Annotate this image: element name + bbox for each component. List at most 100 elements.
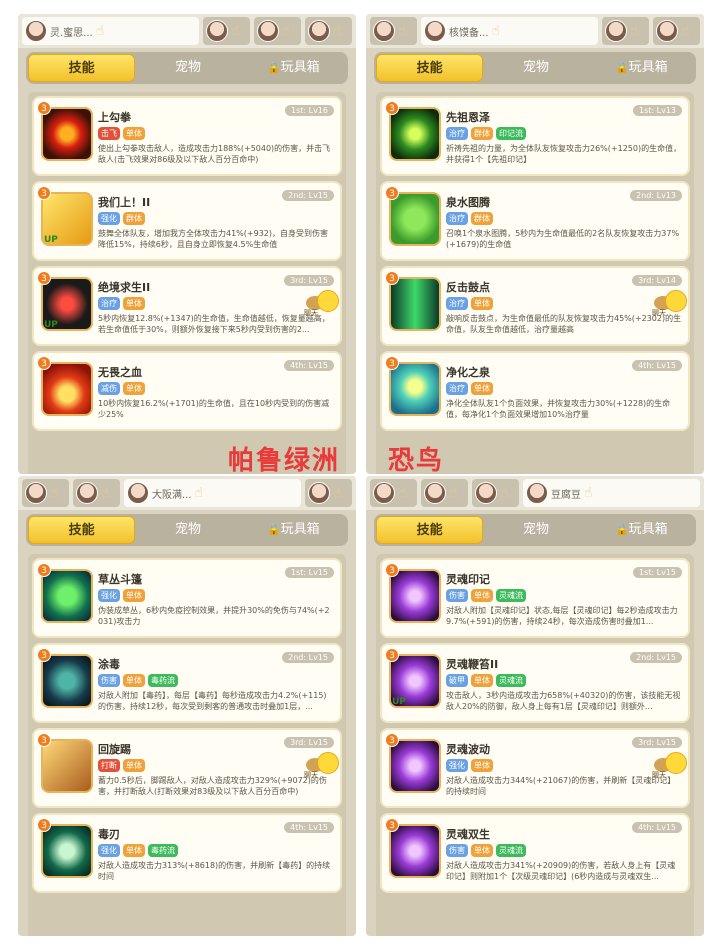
character-tab[interactable]: ☝ <box>22 479 69 507</box>
skill-tags: 击飞 单体 <box>98 127 334 140</box>
tab-skill[interactable]: 技能 <box>376 54 484 82</box>
hand-icon: ☝ <box>584 485 593 501</box>
tab-toybox-label: 玩具箱 <box>628 60 668 75</box>
lock-icon: 🔒 <box>266 61 281 74</box>
skill-panel: ☝ 核馍备... ☝ ☝ ☝ 技能 宠物 🔒玩具箱 3 先祖恩泽 1st: Lv… <box>366 14 704 474</box>
skill-tag: 单体 <box>123 759 145 772</box>
tab-pet[interactable]: 宠物 <box>135 516 240 544</box>
tab-toybox[interactable]: 🔒玩具箱 <box>589 54 694 82</box>
character-tab[interactable]: ☝ <box>305 17 352 45</box>
chat-bubble-button[interactable]: 聊天 <box>304 290 339 318</box>
skill-icon[interactable] <box>41 739 93 793</box>
tab-toybox[interactable]: 🔒玩具箱 <box>589 516 694 544</box>
skill-icon[interactable] <box>389 739 441 793</box>
hand-icon: ☝ <box>101 485 110 501</box>
character-tab[interactable]: 豆腐豆 ☝ <box>523 479 700 507</box>
skill-level: 2nd: Lv13 <box>630 190 682 201</box>
skill-icon[interactable] <box>389 362 441 416</box>
skill-card[interactable]: 3 毒刃 4th: Lv15 强化 单体 毒药流 对敌人造成攻击力313%(+861… <box>32 813 342 893</box>
skill-tag: 灵魂流 <box>496 589 526 602</box>
character-tab[interactable]: ☝ <box>653 17 700 45</box>
skill-tag: 单体 <box>471 844 493 857</box>
character-tab[interactable]: 大阪满... ☝ <box>124 479 301 507</box>
skill-icon[interactable] <box>389 277 441 331</box>
character-tab[interactable]: ☝ <box>602 17 649 45</box>
skill-card[interactable]: 3 反击鼓点 3rd: Lv14 治疗 单体 敲响反击鼓点，为生命值最低的队友恢复… <box>380 266 690 346</box>
skill-panel: ☝ ☝ ☝ 豆腐豆 ☝ 技能 宠物 🔒玩具箱 3 灵魂印记 1st: Lv15 … <box>366 476 704 936</box>
skill-card[interactable]: 3 草丛斗篷 1st: Lv15 强化 单体 伪装成草丛，6秒内免疫控制效果，并提… <box>32 558 342 638</box>
skill-tag: 单体 <box>471 589 493 602</box>
skill-card[interactable]: 3 UP 灵魂鞭笞II 2nd: Lv15 破甲 单体 灵魂流 攻击敌人，3秒内造成… <box>380 643 690 723</box>
skill-tag: 治疗 <box>446 382 468 395</box>
skill-rank-badge: 3 <box>385 563 399 577</box>
character-tab[interactable]: ☝ <box>305 479 352 507</box>
avatar <box>373 20 395 42</box>
skill-icon[interactable] <box>389 569 441 623</box>
chat-bubble-button[interactable]: 聊天 <box>652 290 687 318</box>
skill-tag: 减伤 <box>98 382 120 395</box>
skill-card[interactable]: 3 涂毒 2nd: Lv15 伤害 单体 毒药流 对敌人附加【毒药】，每层【毒药】每… <box>32 643 342 723</box>
skill-icon[interactable] <box>41 569 93 623</box>
hand-icon: ☝ <box>282 23 291 39</box>
tab-pet[interactable]: 宠物 <box>135 54 240 82</box>
skill-icon[interactable] <box>41 654 93 708</box>
skill-icon[interactable] <box>389 192 441 246</box>
skill-card[interactable]: 3 泉水图腾 2nd: Lv13 治疗 群体 召唤1个泉水图腾，5秒内为生命值最低… <box>380 181 690 261</box>
skill-card[interactable]: 3 UP 绝境求生II 3rd: Lv15 治疗 单体 5秒内恢复12.8%(+1… <box>32 266 342 346</box>
skill-card[interactable]: 3 灵魂波动 3rd: Lv15 强化 单体 对敌人造成攻击力344%(+2106… <box>380 728 690 808</box>
hand-icon: ☝ <box>95 23 105 39</box>
skill-card[interactable]: 3 净化之泉 4th: Lv15 治疗 单体 净化全体队友1个负面效果，并恢复攻击… <box>380 351 690 431</box>
skill-card[interactable]: 3 无畏之血 4th: Lv15 减伤 单体 10秒内恢复16.2%(+1701)… <box>32 351 342 431</box>
tab-skill[interactable]: 技能 <box>376 516 484 544</box>
skill-card[interactable]: 3 灵魂印记 1st: Lv15 伤害 单体 灵魂流 对敌人附加【灵魂印记】状态,每… <box>380 558 690 638</box>
chat-label: 聊天 <box>304 771 318 779</box>
character-tab[interactable]: ☝ <box>203 17 250 45</box>
tab-pet[interactable]: 宠物 <box>483 516 588 544</box>
skill-tag: 群体 <box>471 212 493 225</box>
skill-card[interactable]: 3 灵魂双生 4th: Lv15 伤害 单体 灵魂流 对敌人造成攻击力341%(+2… <box>380 813 690 893</box>
skill-panel: ☝ ☝ 大阪满... ☝ ☝ 技能 宠物 🔒玩具箱 3 草丛斗篷 1st: Lv… <box>18 476 356 936</box>
skill-card[interactable]: 3 先祖恩泽 1st: Lv13 治疗 群体 印记流 祈祷先祖的力量，为全体队友恢复… <box>380 96 690 176</box>
skill-icon[interactable] <box>389 107 441 161</box>
skill-description: 鼓舞全体队友，增加我方全体攻击力41%(+932)，自身受到伤害降低15%，持续… <box>98 229 328 249</box>
avatar <box>25 20 47 42</box>
character-tab[interactable]: 核馍备... ☝ <box>421 17 598 45</box>
skill-card[interactable]: 3 上勾拳 1st: Lv16 击飞 单体 使出上勾拳攻击敌人，造成攻击力188%… <box>32 96 342 176</box>
skill-tag: 打断 <box>98 759 120 772</box>
skill-tag: 单体 <box>471 759 493 772</box>
skill-tags: 治疗 群体 <box>446 212 682 225</box>
skill-icon[interactable] <box>389 824 441 878</box>
skill-tag: 伤害 <box>446 844 468 857</box>
character-tab[interactable]: ☝ <box>370 479 417 507</box>
character-tab[interactable]: ☝ <box>421 479 468 507</box>
skill-icon[interactable] <box>41 107 93 161</box>
tab-toybox[interactable]: 🔒玩具箱 <box>241 516 346 544</box>
skill-description: 攻击敌人，3秒内造成攻击力658%(+40320)的伤害，该技能无视敌人20%的… <box>446 691 681 711</box>
character-tab[interactable]: ☝ <box>472 479 519 507</box>
skill-icon[interactable] <box>41 362 93 416</box>
hand-icon: ☝ <box>449 485 458 501</box>
tab-pet[interactable]: 宠物 <box>483 54 588 82</box>
skill-tag: 单体 <box>471 382 493 395</box>
character-tab[interactable]: ☝ <box>370 17 417 45</box>
skill-description: 10秒内恢复16.2%(+1701)的生命值，且在10秒内受到的伤害减少25% <box>98 399 330 419</box>
skill-rank-badge: 3 <box>37 818 51 832</box>
skill-rank-badge: 3 <box>385 648 399 662</box>
character-tab[interactable]: 灵.蜜思... ☝ <box>22 17 199 45</box>
chat-bubble-button[interactable]: 聊天 <box>304 752 339 780</box>
character-tab[interactable]: ☝ <box>73 479 120 507</box>
chat-bubble-button[interactable]: 聊天 <box>652 752 687 780</box>
character-name: 灵.蜜思... <box>50 27 93 39</box>
skill-description: 伪装成草丛，6秒内免疫控制效果，并提升30%的免伤与74%(+2031)攻击力 <box>98 606 330 626</box>
character-tab[interactable]: ☝ <box>254 17 301 45</box>
tab-skill[interactable]: 技能 <box>28 54 136 82</box>
skill-icon[interactable] <box>41 824 93 878</box>
skill-card[interactable]: 3 UP 我们上！II 2nd: Lv15 强化 群体 鼓舞全体队友，增加我方全体… <box>32 181 342 261</box>
skill-tag: 治疗 <box>446 127 468 140</box>
skill-level: 3rd: Lv15 <box>284 737 334 748</box>
skill-tag: 灵魂流 <box>496 844 526 857</box>
tab-toybox[interactable]: 🔒玩具箱 <box>241 54 346 82</box>
skill-tags: 伤害 单体 灵魂流 <box>446 589 682 602</box>
tab-skill[interactable]: 技能 <box>28 516 136 544</box>
skill-card[interactable]: 3 回旋踢 3rd: Lv15 打断 单体 蓄力0.5秒后，脚踢敌人，对敌人造成攻… <box>32 728 342 808</box>
